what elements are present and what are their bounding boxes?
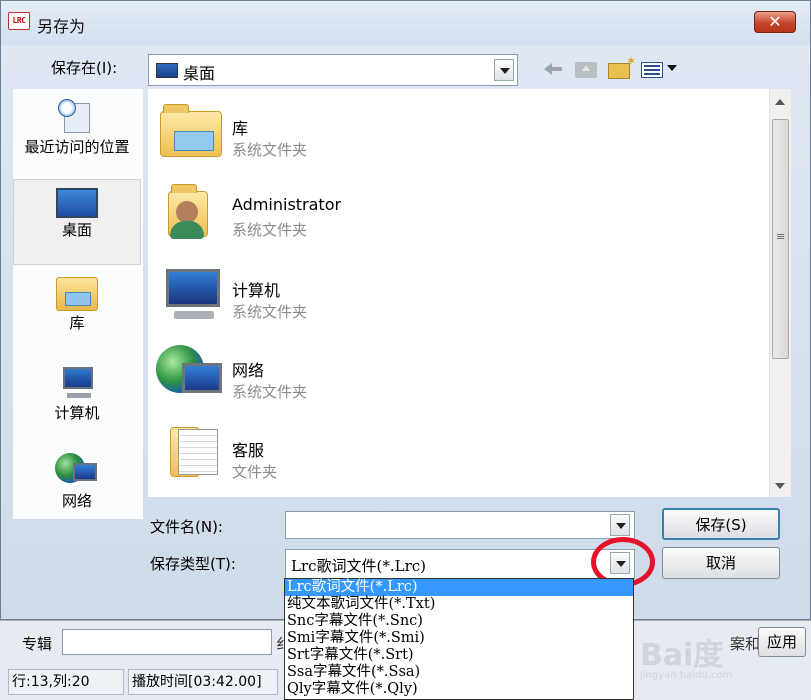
filetype-value: Lrc歌词文件(*.Lrc) (291, 557, 427, 575)
save-as-dialog: LRC 另存为 ✕ 保存在(I): 桌面 最近访问的位置 桌面 库 计算机 (0, 0, 811, 620)
file-type: 系统文件夹 (232, 221, 308, 239)
list-item[interactable]: 客服 文件夹 (148, 411, 748, 491)
list-item[interactable]: 库 系统文件夹 (148, 89, 748, 169)
libraries-icon (56, 277, 98, 311)
file-type: 系统文件夹 (232, 303, 308, 321)
list-item[interactable]: 网络 系统文件夹 (148, 331, 748, 411)
scroll-down-icon[interactable] (775, 483, 785, 489)
network-icon (156, 343, 224, 403)
view-menu-icon[interactable] (641, 62, 663, 78)
apply-button[interactable]: 应用 (758, 627, 806, 657)
file-list-scrollbar[interactable] (769, 89, 791, 497)
dropdown-option[interactable]: 纯文本歌词文件(*.Txt) (285, 596, 633, 613)
place-label: 库 (69, 314, 85, 332)
save-button[interactable]: 保存(S) (662, 508, 780, 540)
network-icon (55, 451, 99, 489)
status-position: 行:13,列:20 (8, 669, 124, 695)
dropdown-option[interactable]: Qly字幕文件(*.Qly) (285, 681, 633, 698)
file-name: 计算机 (232, 281, 281, 300)
dropdown-option[interactable]: Ssa字幕文件(*.Ssa) (285, 664, 633, 681)
file-name: 网络 (232, 361, 265, 380)
lrc-app-icon: LRC (8, 12, 30, 30)
filename-input[interactable] (285, 511, 635, 539)
place-network[interactable]: 网络 (13, 447, 141, 527)
place-libraries[interactable]: 库 (13, 271, 141, 351)
file-list[interactable]: 库 系统文件夹 Administrator 系统文件夹 计算机 系统文件夹 网络… (148, 89, 791, 497)
folder-icon (156, 423, 224, 483)
chevron-down-icon[interactable] (610, 514, 630, 536)
save-in-label: 保存在(I): (51, 59, 118, 77)
library-folder-icon (156, 101, 224, 161)
places-bar: 最近访问的位置 桌面 库 计算机 网络 (13, 89, 143, 519)
save-in-combo[interactable]: 桌面 (148, 54, 518, 86)
place-label: 网络 (61, 492, 92, 510)
dropdown-option[interactable]: Srt字幕文件(*.Srt) (285, 647, 633, 664)
list-item[interactable]: 计算机 系统文件夹 (148, 251, 748, 331)
scroll-up-icon[interactable] (775, 99, 785, 105)
dropdown-option[interactable]: Lrc歌词文件(*.Lrc) (285, 579, 633, 596)
save-in-value: 桌面 (183, 64, 216, 83)
recent-places-icon (58, 99, 96, 135)
dropdown-option[interactable]: Snc字幕文件(*.Snc) (285, 613, 633, 630)
list-item[interactable]: Administrator 系统文件夹 (148, 169, 748, 249)
view-dropdown-arrow-icon[interactable] (667, 65, 677, 71)
album-label: 专辑 (22, 635, 53, 653)
baidu-watermark: Bai度 jingyan.baidu.com (640, 630, 732, 681)
computer-icon (156, 263, 224, 323)
back-arrow-icon[interactable] (544, 59, 564, 79)
place-computer[interactable]: 计算机 (13, 361, 141, 441)
place-desktop[interactable]: 桌面 (13, 179, 141, 265)
scroll-thumb[interactable] (772, 119, 789, 359)
album-input[interactable] (62, 629, 272, 655)
filename-label: 文件名(N): (150, 518, 223, 536)
chevron-down-icon[interactable] (494, 59, 514, 81)
filetype-label: 保存类型(T): (150, 555, 236, 573)
dropdown-option[interactable]: Smi字幕文件(*.Smi) (285, 630, 633, 647)
file-type: 文件夹 (232, 463, 278, 481)
close-button[interactable]: ✕ (754, 11, 796, 33)
user-folder-icon (156, 181, 224, 241)
status-play-time: 播放时间[03:42.00] (128, 669, 278, 695)
place-recent[interactable]: 最近访问的位置 (13, 93, 141, 177)
dialog-title: 另存为 (37, 17, 86, 36)
desktop-icon (156, 63, 178, 78)
file-type: 系统文件夹 (232, 383, 308, 401)
place-label: 计算机 (54, 404, 100, 422)
place-label: 最近访问的位置 (24, 138, 130, 156)
truncated-text: 案和 (730, 635, 761, 653)
filetype-combo[interactable]: Lrc歌词文件(*.Lrc) (285, 549, 635, 579)
computer-icon (57, 367, 97, 401)
filetype-dropdown-list[interactable]: Lrc歌词文件(*.Lrc) 纯文本歌词文件(*.Txt) Snc字幕文件(*.… (284, 578, 634, 700)
file-name: 库 (232, 119, 249, 138)
desktop-icon (56, 188, 98, 218)
cancel-button[interactable]: 取消 (662, 547, 780, 579)
watermark-text: Bai度 (640, 638, 724, 673)
new-folder-icon[interactable] (608, 54, 636, 79)
up-folder-icon[interactable] (575, 62, 597, 78)
file-name: 客服 (232, 441, 265, 460)
file-name: Administrator (232, 195, 342, 214)
file-type: 系统文件夹 (232, 141, 308, 159)
title-bar[interactable]: LRC 另存为 ✕ (1, 1, 810, 45)
place-label: 桌面 (61, 221, 92, 239)
watermark-sub: jingyan.baidu.com (640, 670, 733, 681)
